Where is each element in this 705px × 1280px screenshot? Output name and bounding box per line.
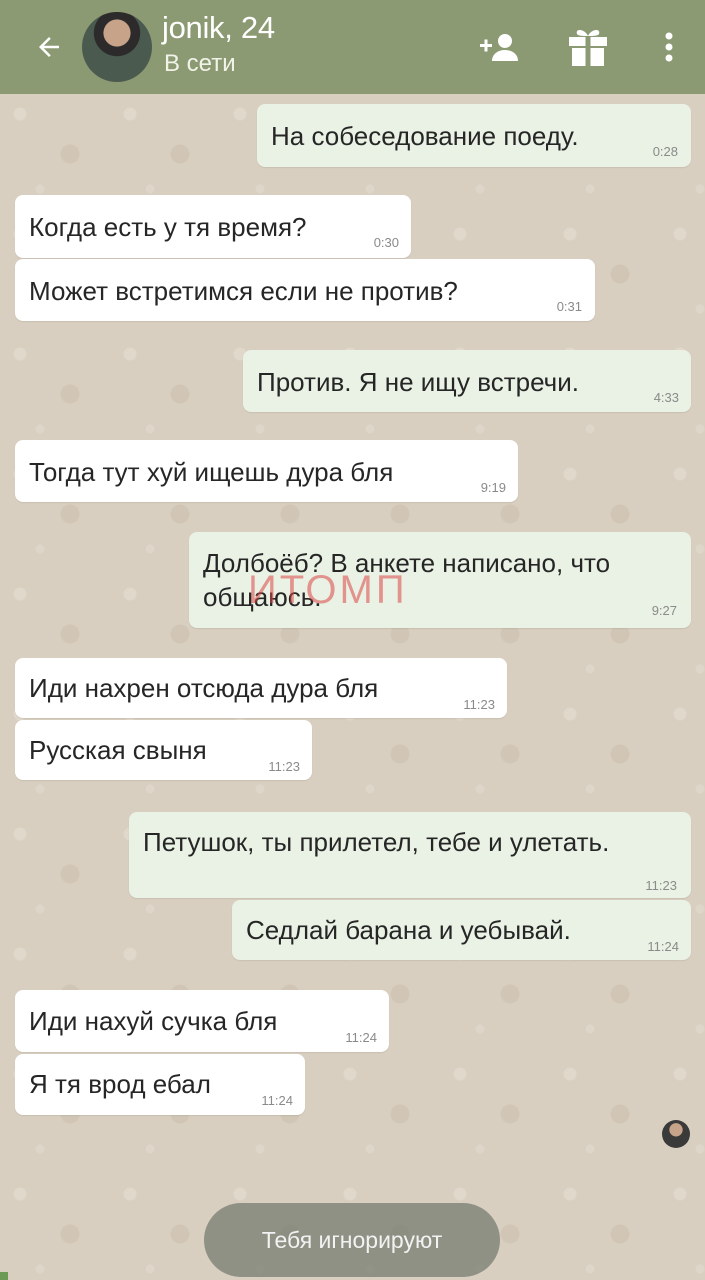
- more-options-button[interactable]: [654, 26, 684, 68]
- gift-icon: [569, 30, 607, 66]
- ignore-notice: Тебя игнорируют: [204, 1203, 500, 1277]
- watermark: ИТОМП: [248, 568, 408, 612]
- message-time: 11:24: [647, 939, 679, 954]
- message-text: Иди нахрен отсюда дура бля: [29, 673, 379, 703]
- message-incoming[interactable]: Иди нахуй сучка бля 11:24: [15, 990, 389, 1052]
- message-time: 11:23: [463, 697, 495, 712]
- more-vertical-icon: [665, 32, 673, 62]
- message-time: 9:27: [651, 603, 677, 618]
- message-text: Иди нахуй сучка бля: [29, 1006, 278, 1036]
- add-friend-button[interactable]: [476, 26, 522, 68]
- message-incoming[interactable]: Тогда тут хуй ищешь дура бля 9:19: [15, 440, 518, 502]
- message-time: 11:24: [345, 1030, 377, 1045]
- message-text: Может встретимся если не против?: [29, 276, 458, 306]
- chat-header: jonik, 24 В сети: [0, 0, 705, 94]
- message-incoming[interactable]: Русская свыня 11:23: [15, 720, 312, 780]
- message-incoming[interactable]: Иди нахрен отсюда дура бля 11:23: [15, 658, 507, 718]
- avatar[interactable]: [82, 12, 152, 82]
- gift-button[interactable]: [564, 26, 612, 68]
- message-time: 11:24: [261, 1093, 293, 1108]
- read-receipt-avatar: [662, 1120, 690, 1148]
- message-outgoing[interactable]: Против. Я не ищу встречи. 4:33: [243, 350, 691, 412]
- message-time: 9:19: [480, 480, 506, 495]
- message-time: 11:23: [268, 759, 300, 774]
- message-outgoing[interactable]: Седлай барана и уебывай. 11:24: [232, 900, 691, 960]
- message-text: Седлай барана и уебывай.: [246, 915, 571, 945]
- message-text: Против. Я не ищу встречи.: [257, 367, 579, 397]
- message-time: 0:31: [556, 299, 582, 314]
- back-button[interactable]: [28, 26, 70, 68]
- message-outgoing[interactable]: Петушок, ты прилетел, тебе и улетать. 11…: [129, 812, 691, 898]
- message-text: Петушок, ты прилетел, тебе и улетать.: [143, 827, 610, 857]
- message-time: 0:30: [373, 235, 399, 250]
- message-time: 4:33: [653, 390, 679, 405]
- message-text: Когда есть у тя время?: [29, 212, 307, 242]
- message-time: 11:23: [645, 878, 677, 893]
- message-text: Русская свыня: [29, 735, 207, 765]
- online-status: В сети: [164, 50, 236, 77]
- message-outgoing[interactable]: На собеседование поеду. 0:28: [257, 104, 691, 167]
- message-text: Я тя врод ебал: [29, 1069, 211, 1099]
- contact-name[interactable]: jonik, 24: [162, 10, 275, 46]
- message-incoming[interactable]: Когда есть у тя время? 0:30: [15, 195, 411, 258]
- input-bar-edge: [0, 1272, 8, 1280]
- message-incoming[interactable]: Я тя врод ебал 11:24: [15, 1054, 305, 1115]
- message-text: Тогда тут хуй ищешь дура бля: [29, 457, 394, 487]
- message-text: На собеседование поеду.: [271, 121, 579, 151]
- add-person-icon: [480, 34, 518, 61]
- message-time: 0:28: [652, 144, 678, 159]
- message-incoming[interactable]: Может встретимся если не против? 0:31: [15, 259, 595, 321]
- back-arrow-icon: [39, 37, 59, 57]
